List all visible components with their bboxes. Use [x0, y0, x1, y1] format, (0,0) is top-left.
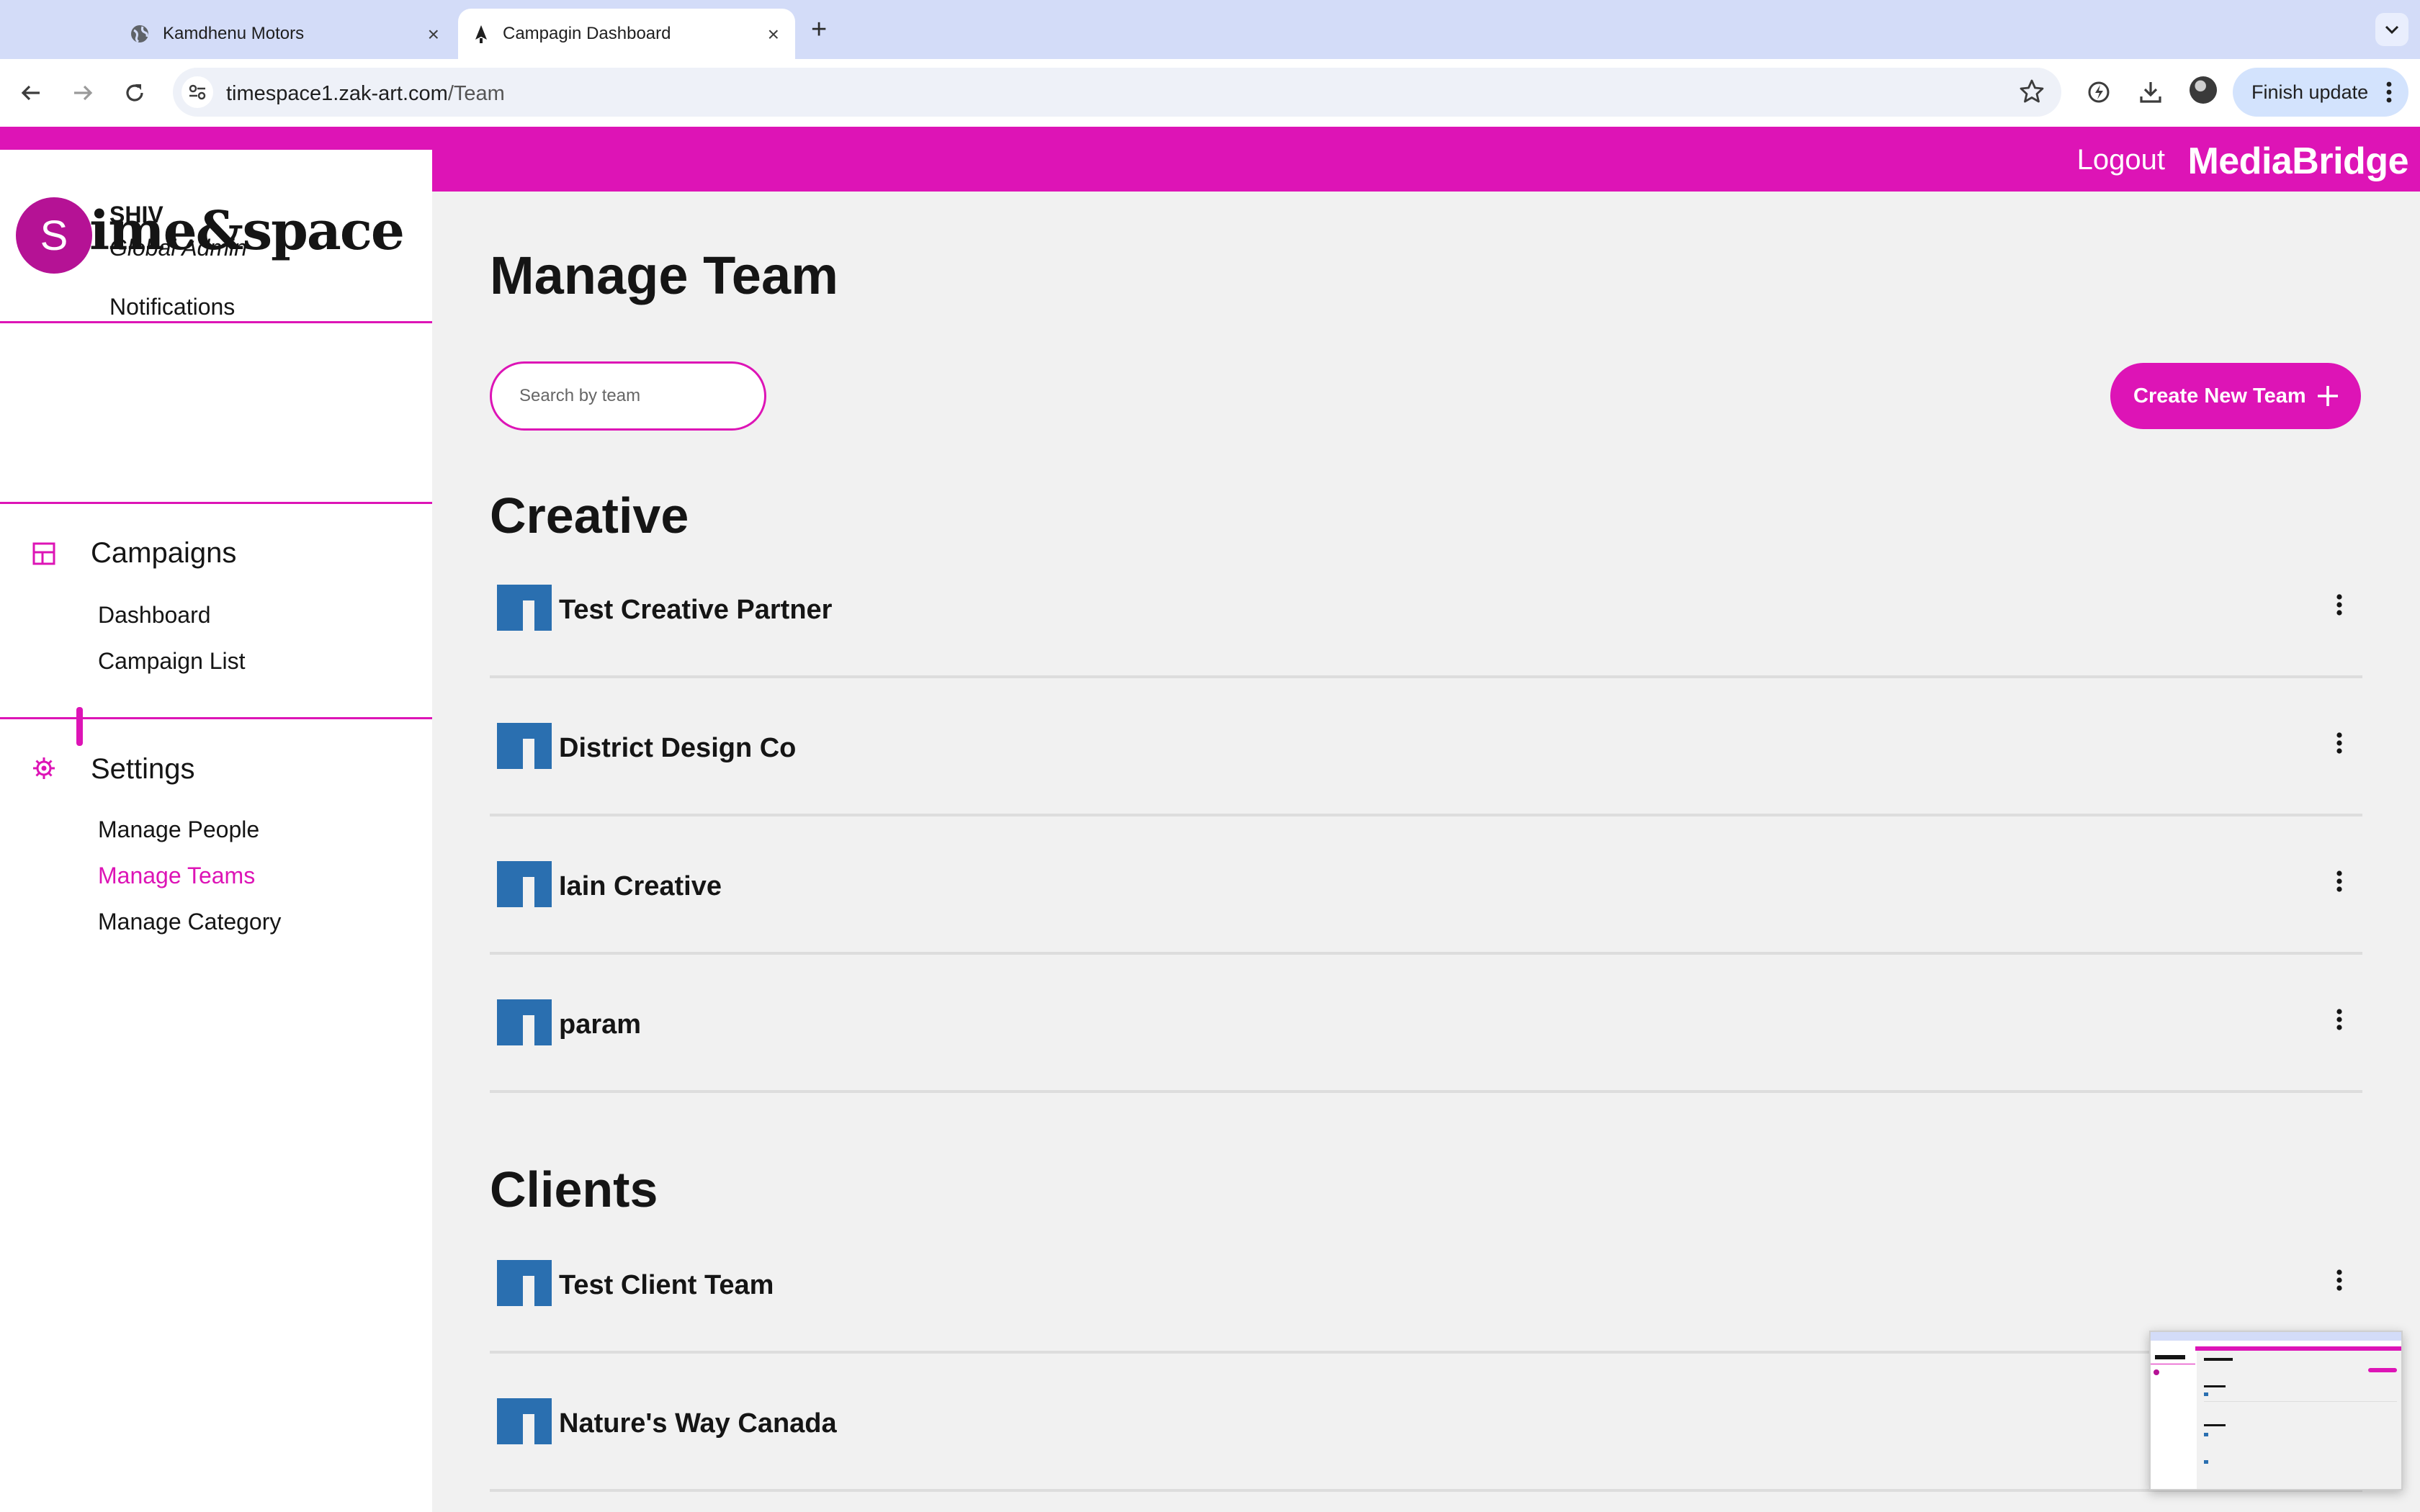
logout-link[interactable]: Logout — [2077, 144, 2165, 176]
plus-icon — [2318, 386, 2338, 406]
url-host: timespace1.zak-art.com — [226, 82, 448, 105]
notifications-link[interactable]: Notifications — [109, 294, 235, 320]
team-row[interactable]: param — [490, 955, 2362, 1093]
tab-search-chevron-icon[interactable] — [2375, 13, 2408, 46]
tab-title: Kamdhenu Motors — [163, 24, 305, 43]
sidebar-item-dashboard[interactable]: Dashboard — [98, 602, 211, 629]
tab-favicon-icon — [475, 25, 487, 43]
bookmark-star-icon[interactable] — [2018, 78, 2045, 109]
team-row[interactable]: Test Creative Partner — [490, 540, 2362, 678]
url-path: /Team — [447, 82, 505, 105]
create-new-team-button[interactable]: Create New Team — [2110, 363, 2361, 429]
team-row[interactable]: Iain Creative — [490, 816, 2362, 955]
header-accent-strip — [0, 127, 432, 150]
more-options-icon[interactable] — [2326, 864, 2352, 899]
thumbnail-image — [2151, 1332, 2401, 1489]
screenshot-preview-thumbnail[interactable] — [2149, 1331, 2403, 1490]
create-new-team-label: Create New Team — [2133, 384, 2306, 408]
page-title: Manage Team — [490, 246, 838, 305]
more-options-icon[interactable] — [2326, 1263, 2352, 1297]
team-name[interactable]: District Design Co — [559, 733, 796, 764]
tab-title: Campagin Dashboard — [503, 24, 671, 43]
reload-icon[interactable] — [118, 76, 151, 109]
sidebar-item-manage-people[interactable]: Manage People — [98, 816, 259, 843]
group-title-creative: Creative — [490, 487, 689, 544]
more-options-icon[interactable] — [2326, 588, 2352, 622]
team-name[interactable]: param — [559, 1009, 641, 1040]
extension-icon[interactable] — [2081, 75, 2116, 109]
team-name[interactable]: Nature's Way Canada — [559, 1408, 837, 1439]
sidebar-divider — [0, 321, 432, 323]
address-bar[interactable]: timespace1.zak-art.com/Team — [173, 68, 2061, 117]
search-input[interactable] — [490, 361, 766, 431]
active-indicator — [76, 707, 83, 746]
group-title-clients: Clients — [490, 1161, 658, 1218]
finish-update-button[interactable]: Finish update — [2233, 68, 2408, 117]
gear-icon — [33, 757, 55, 779]
sidebar-divider — [0, 717, 432, 719]
team-logo-icon — [497, 999, 552, 1045]
close-tab-icon[interactable]: × — [768, 24, 779, 45]
globe-icon — [131, 25, 148, 43]
sidebar-item-campaign-list[interactable]: Campaign List — [98, 648, 246, 675]
download-icon[interactable] — [2133, 75, 2168, 109]
browser-tab-campaign-dashboard[interactable]: Campagin Dashboard × — [458, 9, 795, 59]
team-name[interactable]: Iain Creative — [559, 871, 722, 902]
section-title-campaigns[interactable]: Campaigns — [91, 537, 236, 570]
layout-grid-icon — [32, 542, 55, 565]
team-logo-icon — [497, 1260, 552, 1306]
more-options-icon[interactable] — [2326, 1002, 2352, 1037]
more-vertical-icon — [2386, 81, 2392, 103]
close-tab-icon[interactable]: × — [428, 24, 439, 45]
app-header: Logout MediaBridge — [432, 127, 2420, 192]
team-logo-icon — [497, 861, 552, 907]
browser-profile-avatar[interactable] — [2190, 76, 2217, 104]
team-logo-icon — [497, 585, 552, 631]
team-name[interactable]: Test Creative Partner — [559, 595, 832, 626]
team-logo-icon — [497, 723, 552, 769]
section-title-settings[interactable]: Settings — [91, 753, 195, 786]
team-row[interactable]: Test Client Team — [490, 1215, 2362, 1354]
browser-toolbar: timespace1.zak-art.com/Team — [0, 59, 2420, 127]
back-arrow-icon[interactable] — [14, 76, 48, 109]
user-role: Global Admin — [109, 235, 247, 261]
new-tab-plus-icon[interactable]: + — [811, 14, 827, 45]
avatar[interactable]: S — [16, 197, 92, 274]
browser-tab-strip: Kamdhenu Motors × Campagin Dashboard × + — [0, 0, 2420, 59]
finish-update-label: Finish update — [2251, 81, 2369, 103]
sidebar-divider — [0, 502, 432, 504]
user-name: SHIV — [109, 202, 163, 228]
sidebar-item-manage-category[interactable]: Manage Category — [98, 909, 281, 935]
browser-tab-kamdhenu[interactable]: Kamdhenu Motors × — [117, 9, 455, 59]
team-row[interactable]: District Design Co — [490, 678, 2362, 816]
more-options-icon[interactable] — [2326, 726, 2352, 760]
team-name[interactable]: Test Client Team — [559, 1270, 774, 1301]
site-settings-icon[interactable] — [182, 76, 213, 108]
brand-name: MediaBridge — [2187, 140, 2408, 182]
forward-arrow-icon[interactable] — [66, 76, 99, 109]
team-row[interactable]: Nature's Way Canada — [490, 1354, 2362, 1492]
url-text: timespace1.zak-art.com/Team — [226, 82, 505, 106]
team-logo-icon — [497, 1398, 552, 1444]
sidebar-item-manage-teams[interactable]: Manage Teams — [98, 863, 255, 889]
